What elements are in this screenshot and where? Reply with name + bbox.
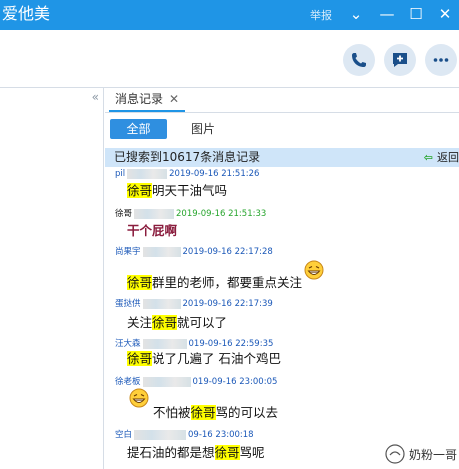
message-header: 空白 09-16 23:00:18: [115, 429, 254, 441]
message-fragment: 就可以了: [177, 315, 228, 330]
message-text: 干个屁啊: [127, 222, 177, 240]
message-fragment: 说了几遍了 石油个鸡巴: [152, 351, 281, 366]
title-bar: 爱他美 举报 ⌄ — ☐ ✕: [0, 0, 459, 30]
message-header: 徐老板 019-09-16 23:00:05: [115, 376, 277, 388]
tab-message-history[interactable]: 消息记录 ✕: [109, 88, 186, 112]
redacted-sender: [127, 168, 168, 179]
watermark: 奶粉一哥: [385, 443, 457, 465]
highlighted-keyword: 徐哥: [214, 445, 240, 460]
chat-pane: «: [0, 88, 104, 469]
tab-close-icon[interactable]: ✕: [169, 92, 179, 106]
redacted-sender: [142, 298, 181, 309]
back-label: 返回: [437, 151, 459, 164]
message-text: 不怕被徐哥骂的可以去: [153, 404, 278, 422]
wechat-logo-icon: [385, 444, 405, 464]
message-time: 2019-09-16 21:51:33: [176, 209, 267, 219]
more-icon: [433, 58, 449, 62]
message-text: 徐哥明天干油气吗: [127, 182, 227, 200]
collapse-icon[interactable]: «: [92, 90, 99, 104]
message-header: 徐哥 2019-09-16 21:51:33: [115, 208, 266, 220]
message-text: 徐哥说了几遍了 石油个鸡巴: [127, 350, 281, 368]
window-title: 爱他美: [2, 4, 51, 23]
grin-emoji-icon: [129, 388, 149, 408]
message-header: 尚果宇 2019-09-16 22:17:28: [115, 246, 273, 258]
message-time: 2019-09-16 21:51:26: [169, 169, 260, 179]
message-fragment: 明天干油气吗: [152, 183, 228, 198]
search-result-bar: 已搜索到10617条消息记录 ⇦ 返回: [105, 148, 459, 167]
message-fragment: 关注: [127, 315, 153, 330]
sender-name[interactable]: 徐老板: [115, 377, 141, 387]
message-text: 提石油的都是想徐哥骂呢: [127, 444, 265, 462]
highlighted-keyword: 徐哥: [127, 275, 153, 290]
sender-name[interactable]: 尚果宇: [115, 247, 141, 257]
message-text: 徐哥群里的老师，都要重点关注: [127, 274, 302, 292]
tab-label: 消息记录: [115, 92, 164, 106]
phone-icon: [352, 53, 366, 67]
message-time: 2019-09-16 22:17:28: [182, 247, 273, 257]
call-toolbar: [0, 30, 459, 88]
highlighted-keyword: 徐哥: [190, 405, 216, 420]
tab-divider: [105, 112, 459, 113]
highlighted-keyword: 徐哥: [152, 315, 178, 330]
minimize-icon[interactable]: —: [376, 3, 398, 25]
filter-all-button[interactable]: 全部: [110, 119, 167, 139]
message-text: 关注徐哥就可以了: [127, 314, 227, 332]
highlighted-keyword: 徐哥: [127, 183, 153, 198]
message-header: 蛋挞供 2019-09-16 22:17:39: [115, 298, 273, 310]
message-add-icon: [393, 53, 407, 67]
grin-emoji-icon: [304, 260, 324, 280]
sender-name[interactable]: 空白: [115, 430, 132, 440]
message-fragment: 提石油的都是想: [127, 445, 215, 460]
message-header: pil 2019-09-16 21:51:26: [115, 168, 259, 180]
message-fragment: 干个屁啊: [127, 223, 178, 238]
more-button[interactable]: [425, 44, 457, 76]
message-time: 019-09-16 23:00:05: [192, 377, 278, 387]
back-button[interactable]: ⇦ 返回: [424, 150, 459, 165]
message-time: 2019-09-16 22:17:39: [182, 299, 273, 309]
message-fragment: 骂的可以去: [215, 405, 279, 420]
maximize-icon[interactable]: ☐: [405, 3, 427, 25]
message-button[interactable]: [384, 44, 416, 76]
history-panel: 消息记录 ✕ 全部 图片 已搜索到10617条消息记录 ⇦ 返回 pil 2019-0…: [105, 88, 459, 469]
report-link[interactable]: 举报: [310, 7, 332, 23]
sender-name[interactable]: pil: [115, 169, 125, 179]
message-fragment: 骂呢: [239, 445, 265, 460]
sender-name[interactable]: 汪大森: [115, 339, 141, 349]
search-result-count: 已搜索到10617条消息记录: [114, 150, 261, 164]
sender-name[interactable]: 徐哥: [115, 209, 132, 219]
dropdown-icon[interactable]: ⌄: [345, 3, 367, 25]
filter-images-button[interactable]: 图片: [191, 119, 215, 139]
watermark-text: 奶粉一哥: [408, 447, 457, 462]
message-header: 汪大森 019-09-16 22:59:35: [115, 338, 273, 350]
redacted-sender: [142, 376, 191, 387]
redacted-sender: [142, 338, 187, 349]
sender-name[interactable]: 蛋挞供: [115, 299, 141, 309]
message-fragment: 群里的老师，都要重点关注: [152, 275, 303, 290]
redacted-sender: [134, 208, 175, 219]
back-arrow-icon: ⇦: [423, 151, 433, 164]
message-time: 019-09-16 22:59:35: [188, 339, 274, 349]
message-time: 09-16 23:00:18: [188, 430, 254, 440]
chat-window: 爱他美 举报 ⌄ — ☐ ✕ « 消息记录 ✕ 全部 图片 已搜索到10617条…: [0, 0, 459, 469]
redacted-sender: [142, 246, 181, 257]
message-fragment: 不怕被: [153, 405, 191, 420]
phone-button[interactable]: [343, 44, 375, 76]
highlighted-keyword: 徐哥: [127, 351, 153, 366]
close-icon[interactable]: ✕: [434, 3, 456, 25]
redacted-sender: [134, 429, 187, 440]
